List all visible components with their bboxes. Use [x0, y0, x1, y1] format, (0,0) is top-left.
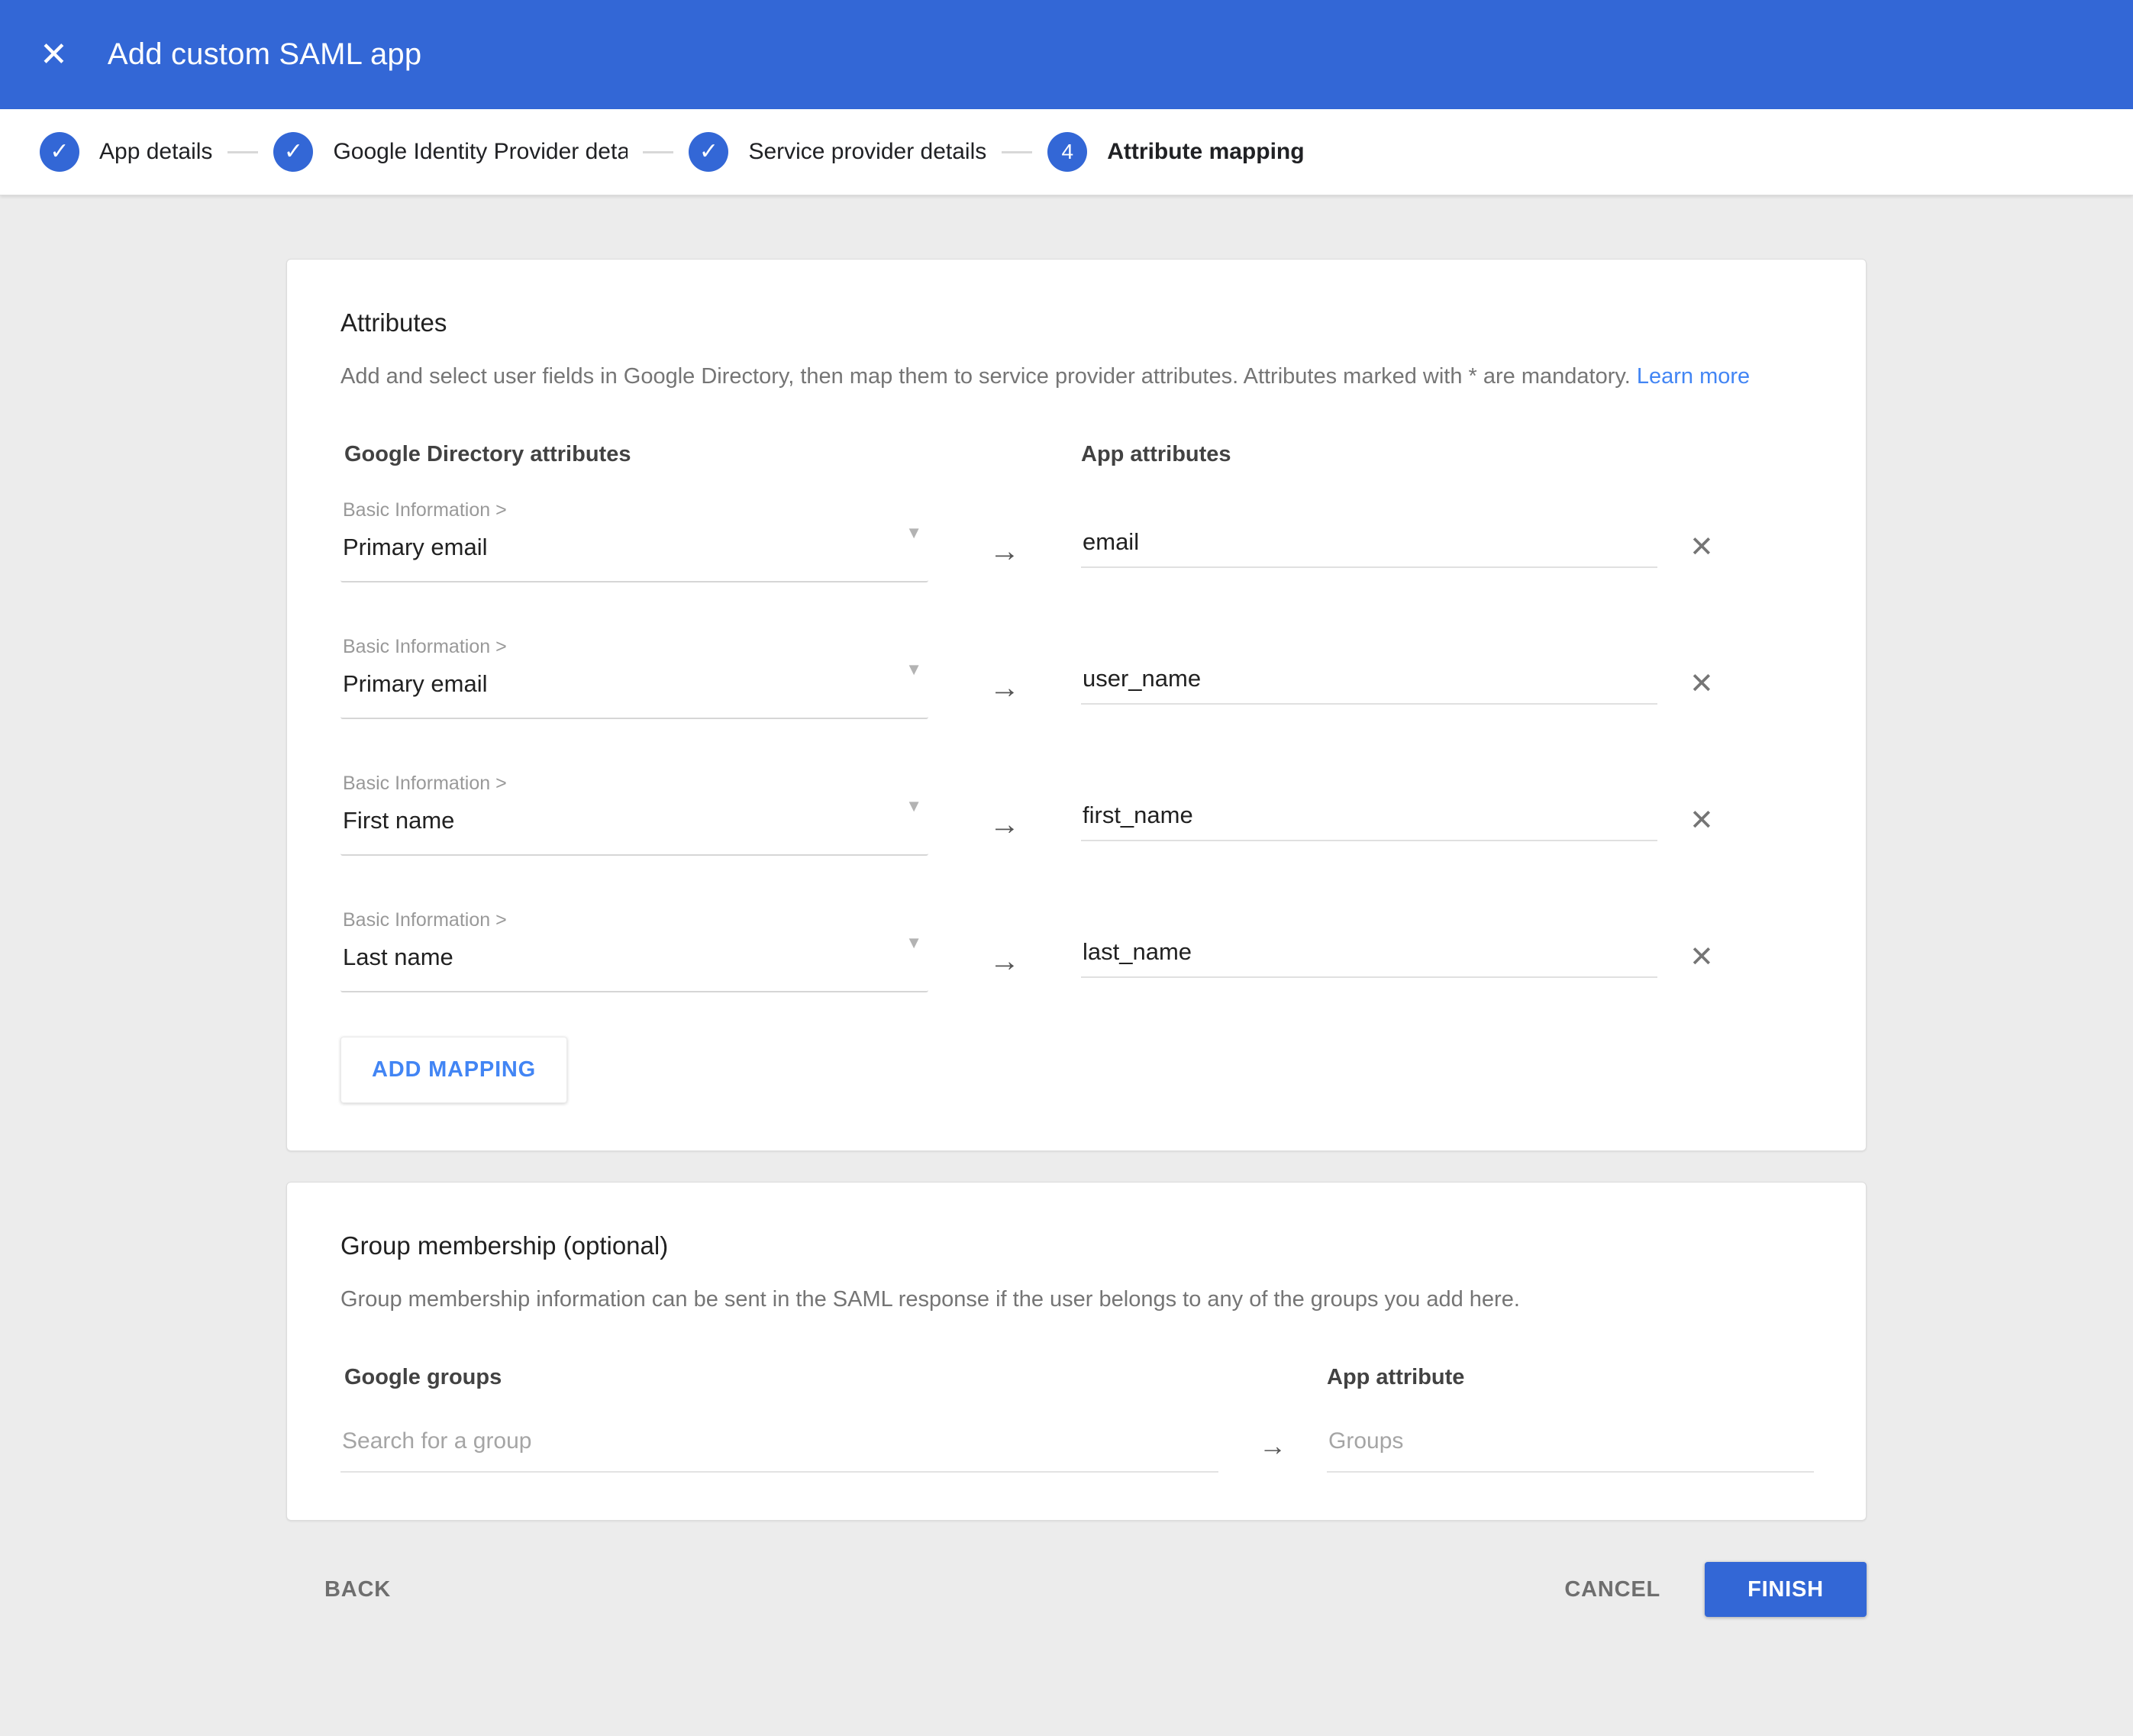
main-content: Attributes Add and select user fields in… — [0, 195, 2133, 1663]
google-groups-header: Google groups — [340, 1365, 1218, 1390]
remove-mapping-icon[interactable]: ✕ — [1689, 943, 1714, 972]
back-button[interactable]: BACK — [324, 1577, 391, 1602]
group-search-input[interactable] — [340, 1428, 1218, 1473]
mapping-column-headers: Google Directory attributes App attribut… — [340, 442, 1812, 467]
right-arrow-icon: → — [989, 671, 1020, 705]
step-label: Attribute mapping — [1107, 139, 1304, 165]
directory-attribute-select[interactable]: Basic Information > Primary email ▼ — [340, 499, 928, 582]
attribute-category-label: Basic Information > — [340, 909, 928, 931]
app-attribute-input[interactable] — [1081, 665, 1657, 705]
step-app-details[interactable]: ✓ App details — [40, 132, 212, 172]
remove-mapping-icon[interactable]: ✕ — [1689, 670, 1714, 699]
learn-more-link[interactable]: Learn more — [1637, 364, 1750, 389]
app-attribute-field — [1081, 636, 1657, 719]
step-completed-icon: ✓ — [40, 132, 79, 172]
step-connector — [643, 151, 673, 153]
group-card-description: Group membership information can be sent… — [340, 1285, 1812, 1315]
directory-attribute-value: Primary email — [343, 534, 487, 561]
step-completed-icon: ✓ — [689, 132, 728, 172]
step-google-idp-details[interactable]: ✓ Google Identity Provider details — [273, 132, 628, 172]
directory-attribute-value: Last name — [343, 944, 453, 971]
mapping-arrow: → — [928, 773, 1081, 856]
app-attribute-input[interactable] — [1081, 802, 1657, 841]
group-card-title: Group membership (optional) — [340, 1231, 1812, 1260]
remove-mapping-icon[interactable]: ✕ — [1689, 806, 1714, 835]
mapping-row: Basic Information > Primary email ▼ → ✕ — [340, 499, 1812, 582]
step-number-icon: 4 — [1047, 132, 1087, 172]
directory-attribute-select[interactable]: Basic Information > Primary email ▼ — [340, 636, 928, 719]
directory-attribute-select[interactable]: Basic Information > First name ▼ — [340, 773, 928, 856]
app-attribute-input[interactable] — [1081, 528, 1657, 568]
attribute-category-label: Basic Information > — [340, 499, 928, 521]
group-arrow: → — [1218, 1428, 1327, 1473]
step-label: Google Identity Provider details — [333, 139, 628, 165]
attribute-category-label: Basic Information > — [340, 636, 928, 658]
app-attribute-input[interactable] — [1081, 938, 1657, 978]
groups-attribute-input[interactable] — [1327, 1428, 1814, 1473]
google-directory-attributes-header: Google Directory attributes — [340, 442, 928, 467]
app-attribute-header: App attribute — [1327, 1365, 1814, 1390]
right-arrow-icon: → — [989, 534, 1020, 569]
groups-attribute-field — [1327, 1428, 1814, 1473]
group-mapping-row: → — [340, 1428, 1812, 1473]
step-label: Service provider details — [748, 139, 986, 165]
finish-button[interactable]: FINISH — [1705, 1562, 1867, 1617]
page-title: Add custom SAML app — [108, 37, 421, 72]
attributes-card-description: Add and select user fields in Google Dir… — [340, 362, 1812, 392]
mapping-arrow: → — [928, 909, 1081, 992]
mapping-row: Basic Information > Primary email ▼ → ✕ — [340, 636, 1812, 719]
group-column-headers: Google groups App attribute — [340, 1365, 1812, 1390]
remove-cell: ✕ — [1657, 773, 1812, 856]
spacer — [1218, 1365, 1327, 1390]
step-connector — [1002, 151, 1032, 153]
mapping-row: Basic Information > Last name ▼ → ✕ — [340, 909, 1812, 992]
directory-attribute-select[interactable]: Basic Information > Last name ▼ — [340, 909, 928, 992]
cancel-button[interactable]: CANCEL — [1564, 1577, 1660, 1602]
spacer — [928, 442, 1081, 467]
dialog-header: ✕ Add custom SAML app — [0, 0, 2133, 109]
directory-attribute-value: First name — [343, 807, 454, 834]
right-arrow-icon: → — [989, 808, 1020, 842]
mapping-arrow: → — [928, 636, 1081, 719]
app-attribute-field — [1081, 909, 1657, 992]
step-service-provider-details[interactable]: ✓ Service provider details — [689, 132, 986, 172]
remove-cell: ✕ — [1657, 636, 1812, 719]
step-label: App details — [99, 139, 212, 165]
app-attributes-header: App attributes — [1081, 442, 1657, 467]
app-attribute-field — [1081, 499, 1657, 582]
app-attribute-field — [1081, 773, 1657, 856]
dropdown-arrow-icon: ▼ — [905, 523, 922, 543]
step-attribute-mapping[interactable]: 4 Attribute mapping — [1047, 132, 1304, 172]
step-completed-icon: ✓ — [273, 132, 313, 172]
dropdown-arrow-icon: ▼ — [905, 796, 922, 816]
add-mapping-button[interactable]: ADD MAPPING — [340, 1037, 567, 1103]
dropdown-arrow-icon: ▼ — [905, 660, 922, 679]
right-arrow-icon: → — [1259, 1430, 1286, 1462]
group-search-field — [340, 1428, 1218, 1473]
attributes-card: Attributes Add and select user fields in… — [286, 259, 1867, 1151]
mapping-rows: Basic Information > Primary email ▼ → ✕ — [340, 499, 1812, 992]
close-icon[interactable]: ✕ — [40, 38, 68, 72]
right-arrow-icon: → — [989, 944, 1020, 979]
step-connector — [227, 151, 258, 153]
remove-mapping-icon[interactable]: ✕ — [1689, 533, 1714, 562]
mapping-arrow: → — [928, 499, 1081, 582]
dropdown-arrow-icon: ▼ — [905, 933, 922, 953]
directory-attribute-value: Primary email — [343, 670, 487, 698]
attributes-card-title: Attributes — [340, 308, 1812, 337]
wizard-stepper: ✓ App details ✓ Google Identity Provider… — [0, 109, 2133, 195]
remove-cell: ✕ — [1657, 909, 1812, 992]
group-membership-card: Group membership (optional) Group member… — [286, 1182, 1867, 1521]
mapping-row: Basic Information > First name ▼ → ✕ — [340, 773, 1812, 856]
footer-actions: BACK CANCEL FINISH — [286, 1562, 1867, 1663]
remove-cell: ✕ — [1657, 499, 1812, 582]
attribute-category-label: Basic Information > — [340, 773, 928, 795]
